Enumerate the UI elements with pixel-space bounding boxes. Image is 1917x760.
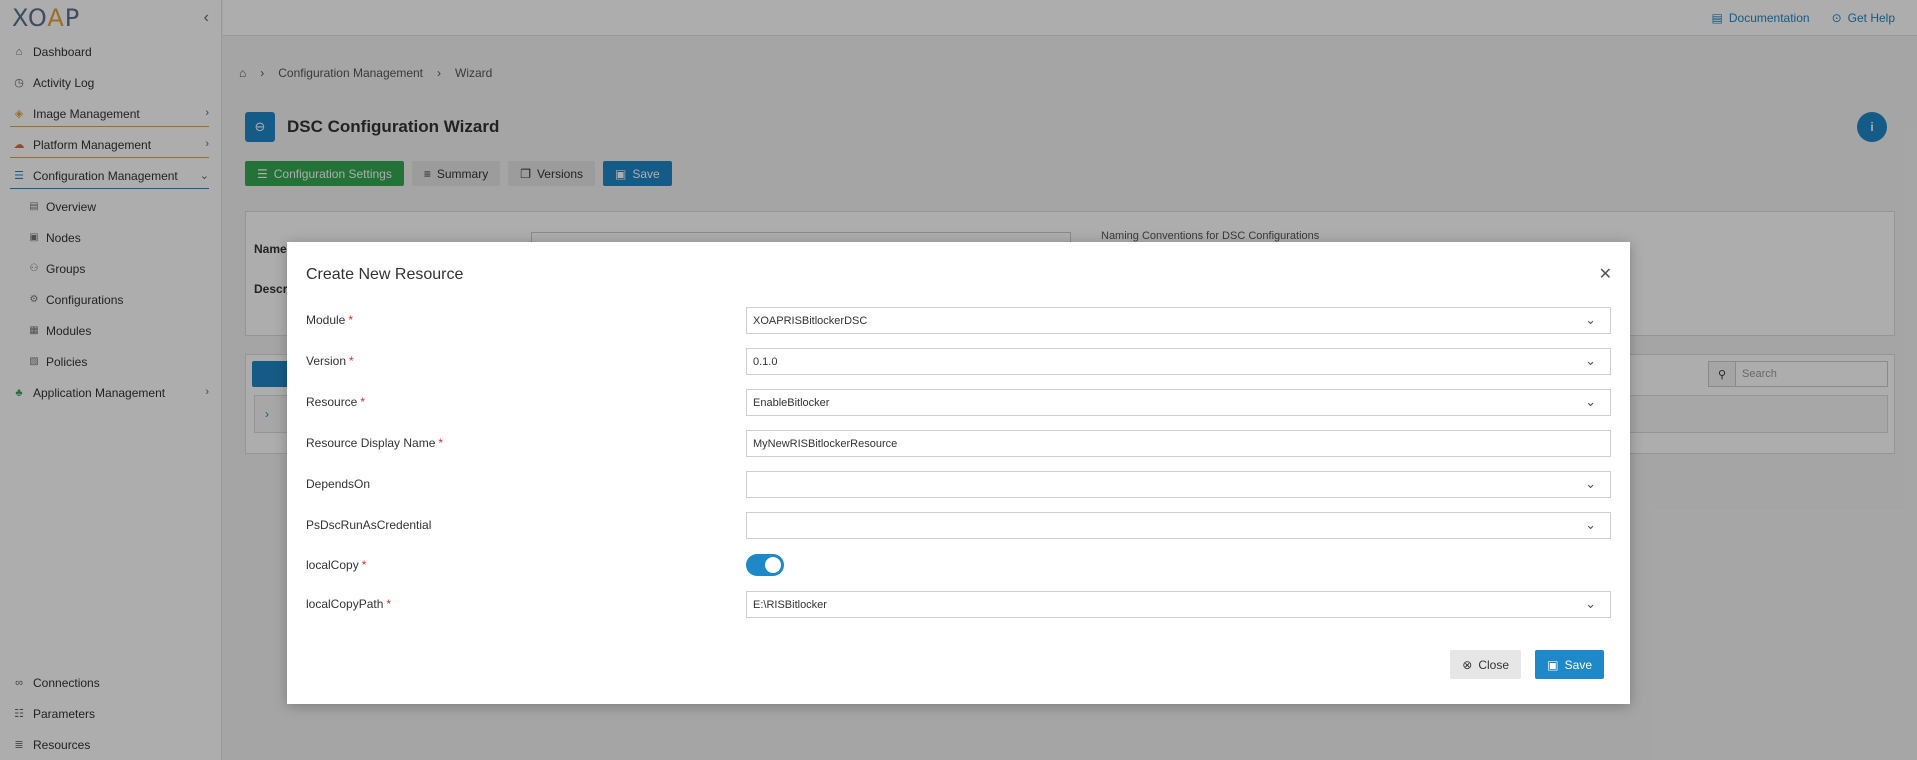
depends-on-row: DependsOn ⌄	[306, 471, 1611, 498]
close-circle-icon: ⊗	[1462, 657, 1473, 672]
toggle-knob	[765, 557, 781, 573]
required-marker: *	[349, 354, 354, 368]
depends-on-select[interactable]: ⌄	[746, 471, 1611, 498]
depends-on-label: DependsOn	[306, 477, 371, 491]
create-resource-modal: Create New Resource ✕ Module * XOAPRISBit…	[287, 242, 1630, 704]
run-as-credential-label: PsDscRunAsCredential	[306, 518, 432, 532]
save-label: Save	[1564, 657, 1592, 672]
version-select[interactable]: 0.1.0 ⌄	[746, 348, 1611, 375]
resource-value: EnableBitlocker	[753, 396, 830, 409]
required-marker: *	[438, 436, 444, 450]
resource-row: Resource * EnableBitlocker ⌄	[306, 389, 1611, 416]
module-row: Module * XOAPRISBitlockerDSC ⌄	[306, 307, 1611, 334]
chevron-down-icon: ⌄	[1585, 476, 1596, 491]
local-copy-toggle[interactable]	[746, 554, 784, 576]
chevron-down-icon: ⌄	[1585, 353, 1596, 368]
close-icon[interactable]: ✕	[1599, 264, 1612, 284]
version-label-text: Version	[306, 354, 347, 368]
version-value: 0.1.0	[753, 355, 778, 368]
local-copy-path-row: localCopyPath * E:\RISBitlocker ⌄	[306, 591, 1611, 618]
required-marker: *	[386, 597, 392, 611]
required-marker: *	[348, 313, 354, 327]
display-name-label: Resource Display Name *	[306, 436, 443, 450]
local-copy-path-label: localCopyPath *	[306, 597, 391, 611]
chevron-down-icon: ⌄	[1585, 596, 1596, 611]
display-name-row: Resource Display Name * MyNewRISBitlocker…	[306, 430, 1611, 457]
local-copy-row: localCopy *	[306, 552, 1611, 579]
display-name-input[interactable]: MyNewRISBitlockerResource	[746, 430, 1611, 457]
local-copy-path-label-text: localCopyPath	[306, 597, 384, 611]
chevron-down-icon: ⌄	[1585, 517, 1596, 532]
display-name-label-text: Resource Display Name	[306, 436, 436, 450]
module-select[interactable]: XOAPRISBitlockerDSC ⌄	[746, 307, 1611, 334]
module-value: XOAPRISBitlockerDSC	[753, 314, 868, 327]
version-label: Version *	[306, 354, 354, 368]
run-as-credential-select[interactable]: ⌄	[746, 512, 1611, 539]
local-copy-label: localCopy *	[306, 558, 366, 572]
local-copy-path-value: E:\RISBitlocker	[753, 598, 827, 611]
version-row: Version * 0.1.0 ⌄	[306, 348, 1611, 375]
required-marker: *	[360, 395, 366, 409]
local-copy-path-select[interactable]: E:\RISBitlocker ⌄	[746, 591, 1611, 618]
save-button[interactable]: ▣ Save	[1535, 650, 1604, 679]
required-marker: *	[361, 558, 367, 572]
chevron-down-icon: ⌄	[1585, 394, 1596, 409]
save-icon: ▣	[1547, 657, 1559, 672]
module-label: Module *	[306, 313, 353, 327]
local-copy-label-text: localCopy	[306, 558, 359, 572]
close-button[interactable]: ⊗ Close	[1450, 650, 1521, 679]
chevron-down-icon: ⌄	[1585, 312, 1596, 327]
close-label: Close	[1478, 657, 1509, 672]
display-name-value: MyNewRISBitlockerResource	[753, 437, 898, 450]
run-as-credential-row: PsDscRunAsCredential ⌄	[306, 512, 1611, 539]
module-label-text: Module	[306, 313, 346, 327]
resource-label: Resource *	[306, 395, 365, 409]
resource-select[interactable]: EnableBitlocker ⌄	[746, 389, 1611, 416]
modal-title: Create New Resource	[306, 266, 464, 283]
resource-label-text: Resource	[306, 395, 358, 409]
